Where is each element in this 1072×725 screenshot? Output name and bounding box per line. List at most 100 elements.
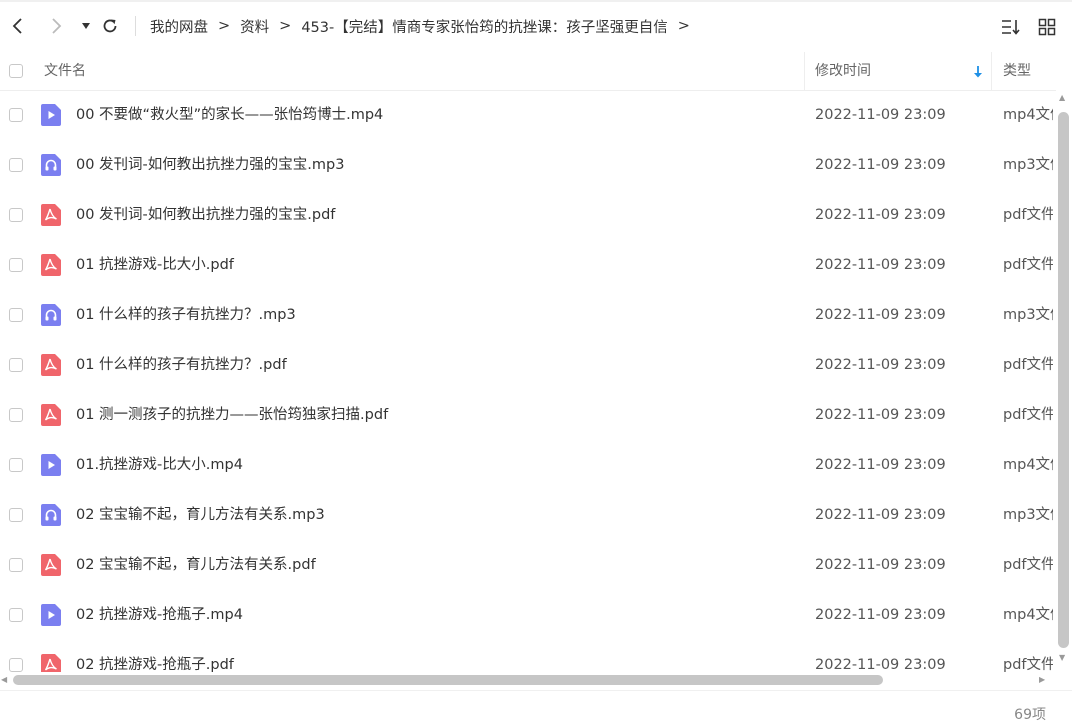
file-row[interactable]: 01 抗挫游戏-比大小.pdf 2022-11-09 23:09 pdf文件	[0, 240, 1056, 290]
file-modified-time: 2022-11-09 23:09	[815, 657, 946, 672]
audio-file-icon	[41, 504, 61, 526]
row-checkbox[interactable]	[9, 608, 23, 622]
file-name[interactable]: 01 什么样的孩子有抗挫力？.mp3	[76, 290, 296, 340]
scroll-down-arrow-icon[interactable]: ▼	[1059, 654, 1065, 662]
select-all-checkbox[interactable]	[9, 64, 23, 78]
file-modified-time: 2022-11-09 23:09	[815, 207, 946, 223]
row-checkbox[interactable]	[9, 458, 23, 472]
breadcrumb-separator: >	[279, 18, 292, 34]
forward-icon[interactable]	[46, 16, 66, 36]
file-row[interactable]: 02 宝宝输不起，育儿方法有关系.pdf 2022-11-09 23:09 pdf文…	[0, 540, 1056, 590]
file-modified-time: 2022-11-09 23:09	[815, 107, 946, 123]
row-checkbox[interactable]	[9, 258, 23, 272]
item-count: 69项	[1014, 707, 1046, 723]
pdf-file-icon	[41, 354, 61, 376]
toolbar-divider	[135, 16, 136, 36]
file-name[interactable]: 01 什么样的孩子有抗挫力？.pdf	[76, 340, 287, 390]
file-modified-time: 2022-11-09 23:09	[815, 307, 946, 323]
file-row[interactable]: 00 不要做“救火型”的家长——张怡筠博士.mp4 2022-11-09 23:0…	[0, 90, 1056, 140]
back-icon[interactable]	[8, 16, 28, 36]
file-row[interactable]: 02 抗挫游戏-抢瓶子.pdf 2022-11-09 23:09 pdf文件	[0, 640, 1056, 672]
row-checkbox[interactable]	[9, 108, 23, 122]
column-header: 文件名 修改时间 类型	[0, 52, 1072, 91]
file-type: pdf文件	[1003, 257, 1053, 273]
file-type: pdf文件	[1003, 357, 1053, 373]
file-name[interactable]: 02 宝宝输不起，育儿方法有关系.pdf	[76, 540, 316, 590]
file-list: 00 不要做“救火型”的家长——张怡筠博士.mp4 2022-11-09 23:0…	[0, 90, 1056, 672]
column-divider[interactable]	[804, 52, 805, 90]
sort-down-icon[interactable]	[972, 64, 984, 78]
column-type[interactable]: 类型	[1003, 52, 1031, 90]
file-name[interactable]: 00 不要做“救火型”的家长——张怡筠博士.mp4	[76, 90, 383, 140]
video-file-icon	[41, 454, 61, 476]
scroll-up-arrow-icon[interactable]: ▲	[1059, 94, 1065, 102]
history-dropdown-icon[interactable]	[76, 16, 96, 36]
file-type: pdf文件	[1003, 407, 1053, 423]
column-name[interactable]: 文件名	[44, 52, 86, 90]
file-type: pdf文件	[1003, 657, 1053, 672]
file-modified-time: 2022-11-09 23:09	[815, 457, 946, 473]
file-name[interactable]: 01 测一测孩子的抗挫力——张怡筠独家扫描.pdf	[76, 390, 388, 440]
video-file-icon	[41, 104, 61, 126]
breadcrumb-separator: >	[218, 18, 231, 34]
file-row[interactable]: 01.抗挫游戏-比大小.mp4 2022-11-09 23:09 mp4文件	[0, 440, 1056, 490]
refresh-icon[interactable]	[100, 16, 120, 36]
row-checkbox[interactable]	[9, 308, 23, 322]
scroll-left-arrow-icon[interactable]: ◀	[1, 676, 7, 684]
file-name[interactable]: 00 发刊词-如何教出抗挫力强的宝宝.mp3	[76, 140, 344, 190]
file-name[interactable]: 02 宝宝输不起，育儿方法有关系.mp3	[76, 490, 325, 540]
vertical-scrollbar-thumb[interactable]	[1058, 112, 1069, 648]
pdf-file-icon	[41, 554, 61, 576]
file-type: pdf文件	[1003, 207, 1053, 223]
grid-view-icon[interactable]	[1036, 16, 1058, 38]
row-checkbox[interactable]	[9, 408, 23, 422]
sort-icon[interactable]	[1000, 16, 1022, 38]
file-name[interactable]: 01 抗挫游戏-比大小.pdf	[76, 240, 234, 290]
toolbar: 我的网盘 > 资料 > 453-【完结】情商专家张怡筠的抗挫课：孩子坚强更自信 …	[0, 0, 1072, 53]
breadcrumb-item-folder[interactable]: 资料	[240, 16, 269, 37]
row-checkbox[interactable]	[9, 658, 23, 672]
file-modified-time: 2022-11-09 23:09	[815, 157, 946, 173]
row-checkbox[interactable]	[9, 158, 23, 172]
breadcrumb-separator: >	[677, 18, 690, 34]
pdf-file-icon	[41, 204, 61, 226]
breadcrumb-item-current[interactable]: 453-【完结】情商专家张怡筠的抗挫课：孩子坚强更自信	[301, 16, 667, 37]
row-checkbox[interactable]	[9, 208, 23, 222]
pdf-file-icon	[41, 654, 61, 672]
file-type: mp4文件	[1003, 607, 1053, 623]
file-row[interactable]: 02 宝宝输不起，育儿方法有关系.mp3 2022-11-09 23:09 mp3文…	[0, 490, 1056, 540]
row-checkbox[interactable]	[9, 358, 23, 372]
audio-file-icon	[41, 154, 61, 176]
row-checkbox[interactable]	[9, 508, 23, 522]
file-name[interactable]: 02 抗挫游戏-抢瓶子.pdf	[76, 640, 234, 672]
file-name[interactable]: 00 发刊词-如何教出抗挫力强的宝宝.pdf	[76, 190, 335, 240]
video-file-icon	[41, 604, 61, 626]
file-row[interactable]: 01 什么样的孩子有抗挫力？.mp3 2022-11-09 23:09 mp3文件	[0, 290, 1056, 340]
file-row[interactable]: 00 发刊词-如何教出抗挫力强的宝宝.mp3 2022-11-09 23:09 mp…	[0, 140, 1056, 190]
audio-file-icon	[41, 304, 61, 326]
scroll-right-arrow-icon[interactable]: ▶	[1039, 676, 1045, 684]
file-modified-time: 2022-11-09 23:09	[815, 557, 946, 573]
file-name[interactable]: 02 抗挫游戏-抢瓶子.mp4	[76, 590, 243, 640]
file-type: pdf文件	[1003, 557, 1053, 573]
status-bar	[0, 690, 1072, 725]
file-modified-time: 2022-11-09 23:09	[815, 607, 946, 623]
file-name[interactable]: 01.抗挫游戏-比大小.mp4	[76, 440, 243, 490]
column-divider[interactable]	[991, 52, 992, 90]
top-border	[0, 0, 1072, 2]
row-checkbox[interactable]	[9, 558, 23, 572]
file-modified-time: 2022-11-09 23:09	[815, 257, 946, 273]
breadcrumb: 我的网盘 > 资料 > 453-【完结】情商专家张怡筠的抗挫课：孩子坚强更自信 …	[150, 16, 700, 36]
file-row[interactable]: 02 抗挫游戏-抢瓶子.mp4 2022-11-09 23:09 mp4文件	[0, 590, 1056, 640]
horizontal-scrollbar-thumb[interactable]	[13, 675, 883, 685]
column-modified-time[interactable]: 修改时间	[815, 52, 871, 90]
file-row[interactable]: 01 测一测孩子的抗挫力——张怡筠独家扫描.pdf 2022-11-09 23:0…	[0, 390, 1056, 440]
file-row[interactable]: 00 发刊词-如何教出抗挫力强的宝宝.pdf 2022-11-09 23:09 pd…	[0, 190, 1056, 240]
breadcrumb-item-root[interactable]: 我的网盘	[150, 16, 208, 37]
file-row[interactable]: 01 什么样的孩子有抗挫力？.pdf 2022-11-09 23:09 pdf文件	[0, 340, 1056, 390]
file-type: mp3文件	[1003, 157, 1053, 173]
file-modified-time: 2022-11-09 23:09	[815, 507, 946, 523]
file-type: mp3文件	[1003, 307, 1053, 323]
file-modified-time: 2022-11-09 23:09	[815, 357, 946, 373]
pdf-file-icon	[41, 254, 61, 276]
